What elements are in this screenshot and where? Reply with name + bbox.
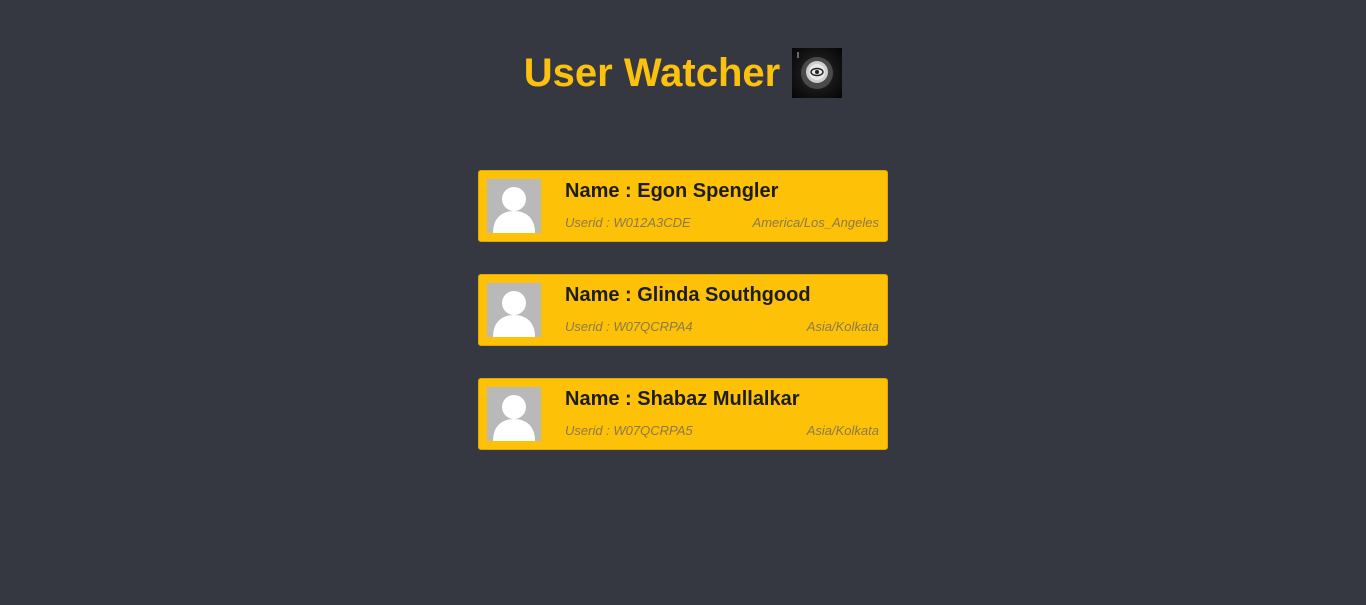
page-header: User Watcher bbox=[0, 48, 1366, 98]
user-id: Userid : W012A3CDE bbox=[565, 215, 691, 230]
eye-icon bbox=[792, 48, 843, 98]
user-list: Name : Egon Spengler Userid : W012A3CDE … bbox=[478, 170, 888, 482]
page-title: User Watcher bbox=[523, 51, 781, 95]
user-timezone: Asia/Kolkata bbox=[806, 423, 879, 438]
user-card[interactable]: Name : Glinda Southgood Userid : W07QCRP… bbox=[478, 274, 888, 346]
user-name: Name : Glinda Southgood bbox=[565, 284, 811, 306]
user-avatar-icon bbox=[487, 387, 541, 441]
user-avatar-icon bbox=[487, 179, 541, 233]
user-id: Userid : W07QCRPA4 bbox=[565, 319, 693, 334]
user-timezone: Asia/Kolkata bbox=[806, 319, 879, 334]
user-card[interactable]: Name : Shabaz Mullalkar Userid : W07QCRP… bbox=[478, 378, 888, 450]
user-card[interactable]: Name : Egon Spengler Userid : W012A3CDE … bbox=[478, 170, 888, 242]
user-avatar-icon bbox=[487, 283, 541, 337]
user-name: Name : Egon Spengler bbox=[565, 180, 779, 202]
user-timezone: America/Los_Angeles bbox=[752, 215, 879, 230]
user-name: Name : Shabaz Mullalkar bbox=[565, 388, 800, 410]
user-id: Userid : W07QCRPA5 bbox=[565, 423, 693, 438]
